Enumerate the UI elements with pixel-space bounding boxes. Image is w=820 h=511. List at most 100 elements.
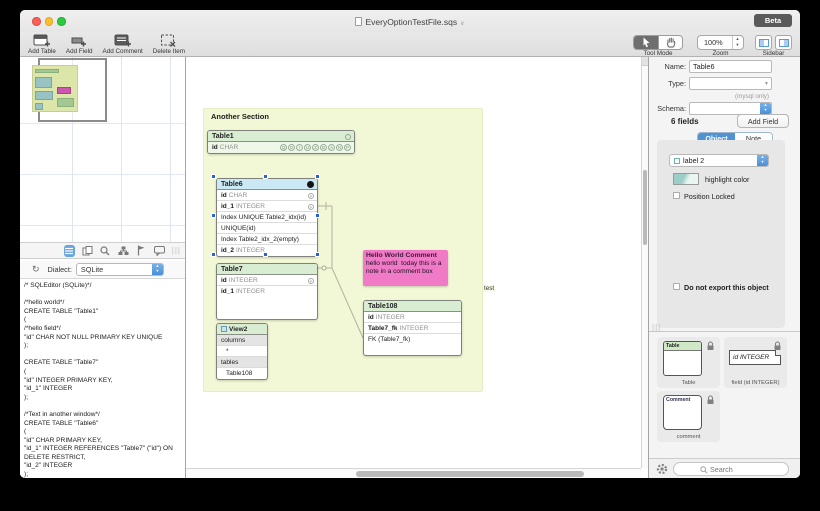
palette-item-comment[interactable]: Comment comment — [657, 391, 720, 442]
dialect-dropdown[interactable]: SQLite ▲▼ — [76, 263, 164, 276]
table-table108[interactable]: Table108 idINTEGER Table7_fkINTEGER FK (… — [363, 300, 462, 356]
table-table7[interactable]: Table7 idINTEGERP id_1INTEGER — [216, 263, 318, 320]
badge-icon[interactable]: B — [320, 144, 327, 151]
table-row[interactable]: idINTEGERP — [217, 275, 317, 286]
sql-source-view[interactable]: /* SQLEditor (SQLite)*/ /*hello world*/ … — [20, 278, 185, 478]
pages-view-button[interactable] — [82, 245, 93, 257]
table-row[interactable]: idCHARP — [217, 190, 317, 201]
horizontal-scrollbar-thumb[interactable] — [356, 471, 584, 477]
position-locked-checkbox[interactable] — [673, 192, 680, 199]
view-row[interactable]: Table108 — [217, 368, 267, 379]
add-table-button[interactable]: Add Table — [28, 33, 56, 55]
diagram-canvas[interactable]: Another Section test Table1 idCHAR Q G I… — [186, 57, 641, 468]
refresh-icon[interactable]: ↻ — [32, 264, 40, 275]
type-label: Type: — [652, 79, 686, 88]
toggle-right-sidebar-button[interactable] — [775, 35, 792, 50]
selection-handle[interactable] — [211, 252, 216, 257]
flag-view-button[interactable] — [136, 245, 147, 257]
panel-resize-handle[interactable]: ||| — [172, 246, 181, 255]
table-row[interactable]: FK (Table7_fk) — [364, 334, 461, 345]
add-comment-button[interactable]: Add Comment — [103, 33, 143, 55]
title-chevron-icon[interactable]: ∨ — [460, 21, 464, 27]
overview-minimap[interactable] — [20, 57, 185, 242]
add-field-button[interactable]: Add Field — [66, 33, 93, 55]
title-bar[interactable]: EveryOptionTestFile.sqs∨ Beta — [20, 10, 800, 32]
type-combo[interactable]: ▼ — [689, 77, 772, 90]
table108-header[interactable]: Table108 — [364, 301, 461, 312]
view-view2[interactable]: View2 columns * tables Table108 — [216, 323, 268, 380]
comments-view-button[interactable] — [154, 245, 165, 257]
vertical-scrollbar[interactable] — [641, 57, 648, 468]
zoom-stepper[interactable]: ▲▼ — [732, 36, 742, 49]
toggle-left-sidebar-button[interactable] — [755, 35, 772, 50]
label-dropdown[interactable]: label 2 ▲▼ — [669, 154, 769, 167]
selection-handle[interactable] — [211, 213, 216, 218]
view-row[interactable]: tables — [217, 357, 267, 368]
badge-icon[interactable]: Z — [312, 144, 319, 151]
selection-handle[interactable] — [315, 252, 320, 257]
window-title-group: EveryOptionTestFile.sqs∨ — [20, 10, 800, 32]
delete-item-button[interactable]: Delete Item — [153, 33, 185, 55]
search-view-button[interactable] — [100, 245, 111, 257]
table6-header[interactable]: Table6 — [217, 179, 317, 190]
selection-handle[interactable] — [263, 174, 268, 179]
structure-view-button[interactable] — [118, 245, 129, 257]
view-row[interactable]: columns — [217, 335, 267, 346]
hand-tool-button[interactable] — [658, 36, 682, 49]
view-row[interactable]: * — [217, 346, 267, 357]
table-row[interactable]: id_1INTEGER — [217, 286, 317, 297]
table-row[interactable]: Index Table2_idx_2(empty) — [217, 234, 317, 245]
table-table1[interactable]: Table1 idCHAR Q G I U Z B A N P — [207, 130, 355, 154]
table-row[interactable]: Table7_fkINTEGER — [364, 323, 461, 334]
label-color-swatch — [674, 158, 680, 164]
sql-view-button[interactable] — [64, 245, 75, 257]
table-row[interactable]: Index UNIQUE Table2_idx(id) — [217, 212, 317, 223]
table-row[interactable]: UNIQUE(id) — [217, 223, 317, 234]
selection-handle[interactable] — [263, 252, 268, 257]
table1-header[interactable]: Table1 — [208, 131, 354, 142]
view2-header[interactable]: View2 — [217, 324, 267, 335]
name-input[interactable] — [689, 60, 772, 73]
badge-icon[interactable]: A — [328, 144, 335, 151]
dialect-value: SQLite — [81, 265, 103, 274]
vertical-scrollbar-thumb[interactable] — [643, 170, 647, 245]
table-table6[interactable]: Table6 idCHARP id_1INTEGERP Index UNIQUE… — [216, 178, 318, 257]
relationship-label[interactable]: test — [483, 285, 495, 292]
palette-search-field[interactable] — [673, 462, 789, 476]
table-row[interactable]: idINTEGER — [364, 312, 461, 323]
palette-caption: Table — [657, 380, 720, 386]
selection-handle[interactable] — [315, 213, 320, 218]
palette-item-table[interactable]: Table Table — [657, 337, 720, 388]
table-row[interactable]: id_1INTEGERP — [217, 201, 317, 212]
selection-handle[interactable] — [211, 174, 216, 179]
minimap-view2 — [35, 103, 43, 110]
add-table-icon — [28, 33, 56, 47]
gear-icon[interactable] — [656, 463, 668, 475]
palette-item-field[interactable]: id INTEGER field (id INTEGER) — [724, 337, 787, 388]
left-panel-icon — [759, 39, 769, 47]
cursor-tool-button[interactable] — [634, 36, 658, 49]
selection-handle[interactable] — [315, 174, 320, 179]
badge-icon[interactable]: G — [288, 144, 295, 151]
badge-icon[interactable]: P — [344, 144, 351, 151]
horizontal-scrollbar[interactable] — [186, 468, 641, 478]
table7-header[interactable]: Table7 — [217, 264, 317, 275]
dialect-label: Dialect: — [48, 265, 72, 274]
primary-key-icon: P — [308, 278, 314, 284]
table-options-icon[interactable] — [345, 134, 351, 140]
minimap-section-block — [32, 65, 78, 112]
table-options-icon[interactable] — [307, 181, 314, 188]
table-row[interactable]: idCHAR Q G I U Z B A N P — [208, 142, 354, 153]
add-field-inspector-button[interactable]: Add Field — [737, 114, 789, 128]
comment-box[interactable]: Hello World Comment hello world today th… — [363, 250, 448, 286]
search-icon — [700, 466, 708, 474]
do-not-export-checkbox[interactable] — [673, 283, 680, 290]
badge-icon[interactable]: Q — [280, 144, 287, 151]
badge-icon[interactable]: U — [304, 144, 311, 151]
add-comment-icon — [103, 33, 143, 47]
zoom-control[interactable]: 100% ▲▼ — [697, 35, 744, 50]
badge-icon[interactable]: N — [336, 144, 343, 151]
badge-icon[interactable]: I — [296, 144, 303, 151]
search-input[interactable] — [708, 464, 778, 475]
highlight-color-well[interactable] — [673, 173, 699, 185]
